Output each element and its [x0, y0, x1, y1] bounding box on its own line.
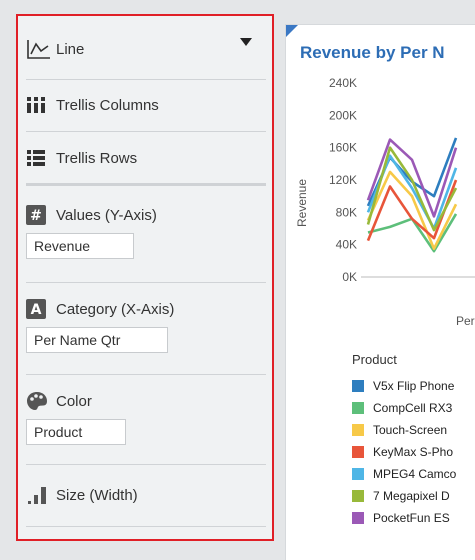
- chart-panel: Revenue by Per N Revenue 240K 200K 160K 120…: [285, 24, 475, 560]
- y-axis-title: Revenue: [295, 179, 309, 227]
- trellis-columns-label: Trellis Columns: [56, 96, 159, 114]
- chart-type-row[interactable]: Line: [26, 38, 266, 60]
- line-chart: Revenue 240K 200K 160K 120K 80K 40K 0K Per: [295, 76, 475, 328]
- legend-swatch-3: [352, 424, 364, 436]
- color-field[interactable]: Product: [26, 419, 126, 445]
- chart-type-label: Line: [56, 40, 85, 58]
- legend-swatch-5: [352, 468, 364, 480]
- legend-swatch-7: [352, 512, 364, 524]
- trellis-rows-section[interactable]: Trellis Rows: [26, 132, 266, 186]
- svg-text:#: #: [30, 208, 42, 224]
- legend-swatch-2: [352, 402, 364, 414]
- y-tick-label: 80K: [336, 205, 357, 219]
- y-tick-label: 240K: [329, 76, 357, 90]
- legend-item[interactable]: 7 Megapixel D: [352, 485, 456, 507]
- legend-item[interactable]: KeyMax S-Pho: [352, 441, 456, 463]
- category-field[interactable]: Per Name Qtr: [26, 327, 168, 353]
- columns-icon: [26, 96, 56, 114]
- values-section: # Values (Y-Axis) Revenue: [26, 189, 266, 283]
- letter-a-icon: A: [26, 299, 56, 319]
- values-label: Values (Y-Axis): [56, 206, 157, 224]
- series-group: [366, 137, 458, 253]
- x-axis-title: Per: [456, 314, 475, 328]
- legend-item[interactable]: PocketFun ES: [352, 507, 456, 529]
- legend-title: Product: [352, 352, 397, 367]
- y-tick-label: 40K: [336, 238, 357, 252]
- size-label: Size (Width): [56, 486, 138, 504]
- size-section[interactable]: Size (Width): [26, 465, 266, 527]
- trellis-rows-label: Trellis Rows: [56, 149, 138, 167]
- y-tick-label: 0K: [342, 270, 357, 284]
- legend-item[interactable]: MPEG4 Camco: [352, 463, 456, 485]
- trellis-columns-section[interactable]: Trellis Columns: [26, 80, 266, 132]
- y-tick-label: 200K: [329, 108, 357, 122]
- corner-marker: [286, 25, 298, 37]
- legend-item[interactable]: V5x Flip Phone: [352, 375, 456, 397]
- palette-icon: [26, 391, 56, 411]
- left-panel: Line Trellis Columns Trellis Rows # Valu…: [16, 14, 274, 541]
- y-ticks: 240K 200K 160K 120K 80K 40K 0K: [329, 76, 357, 284]
- legend-swatch-4: [352, 446, 364, 458]
- legend-swatch-1: [352, 380, 364, 392]
- legend-item[interactable]: CompCell RX3: [352, 397, 456, 419]
- category-section: A Category (X-Axis) Per Name Qtr: [26, 283, 266, 375]
- chart-title: Revenue by Per N: [300, 43, 445, 62]
- svg-text:A: A: [31, 302, 42, 318]
- size-width-icon: [26, 485, 56, 505]
- chart-type-section[interactable]: Line: [26, 22, 266, 80]
- legend-swatch-6: [352, 490, 364, 502]
- legend: V5x Flip Phone CompCell RX3 Touch-Screen…: [352, 375, 456, 529]
- values-field[interactable]: Revenue: [26, 233, 134, 259]
- line-chart-icon: [26, 38, 56, 60]
- category-label: Category (X-Axis): [56, 300, 175, 318]
- hash-icon: #: [26, 205, 56, 225]
- dropdown-caret-icon[interactable]: [240, 38, 252, 46]
- color-label: Color: [56, 392, 92, 410]
- y-tick-label: 120K: [329, 173, 357, 187]
- color-section: Color Product: [26, 375, 266, 465]
- rows-icon: [26, 149, 56, 167]
- legend-item[interactable]: Touch-Screen: [352, 419, 456, 441]
- y-tick-label: 160K: [329, 141, 357, 155]
